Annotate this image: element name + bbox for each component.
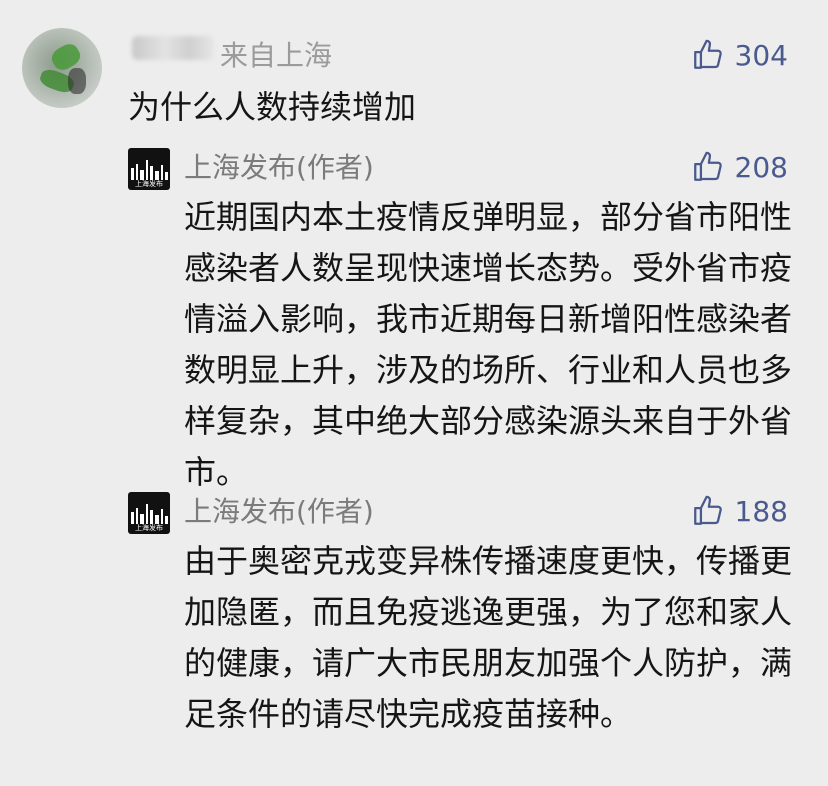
avatar-caption: 上海发布 xyxy=(135,524,163,532)
like-button[interactable]: 304 xyxy=(691,38,788,72)
avatar-caption: 上海发布 xyxy=(135,180,163,188)
like-count: 304 xyxy=(734,38,788,72)
reply-text: 近期国内本土疫情反弹明显，部分省市阳性感染者人数呈现快速增长态势。受外省市疫情溢… xyxy=(184,198,793,491)
like-button[interactable]: 208 xyxy=(691,150,788,184)
skyline-icon xyxy=(131,160,168,180)
reply-author[interactable]: 上海发布(作者) xyxy=(184,494,374,530)
official-avatar[interactable]: 上海发布 xyxy=(128,492,170,534)
like-button[interactable]: 188 xyxy=(691,494,788,528)
location-label: 来自上海 xyxy=(220,39,333,72)
skyline-icon xyxy=(131,504,168,524)
username-blurred[interactable] xyxy=(132,36,214,60)
user-avatar[interactable] xyxy=(22,28,102,108)
thumbs-up-icon xyxy=(693,495,722,525)
thumbs-up-icon xyxy=(693,151,722,181)
top-comment: 来自上海 304 为什么人数持续增加 xyxy=(0,0,828,140)
reply-text: 由于奥密克戎变异株传播速度更快，传播更加隐匿，而且免疫逃逸更强，为了您和家人的健… xyxy=(184,542,793,733)
like-count: 208 xyxy=(734,150,788,184)
official-avatar[interactable]: 上海发布 xyxy=(128,148,170,190)
watermark xyxy=(722,774,822,786)
thumbs-up-icon xyxy=(693,39,722,69)
reply-author[interactable]: 上海发布(作者) xyxy=(184,150,374,186)
comment-text: 为什么人数持续增加 xyxy=(128,88,417,126)
like-count: 188 xyxy=(734,494,788,528)
